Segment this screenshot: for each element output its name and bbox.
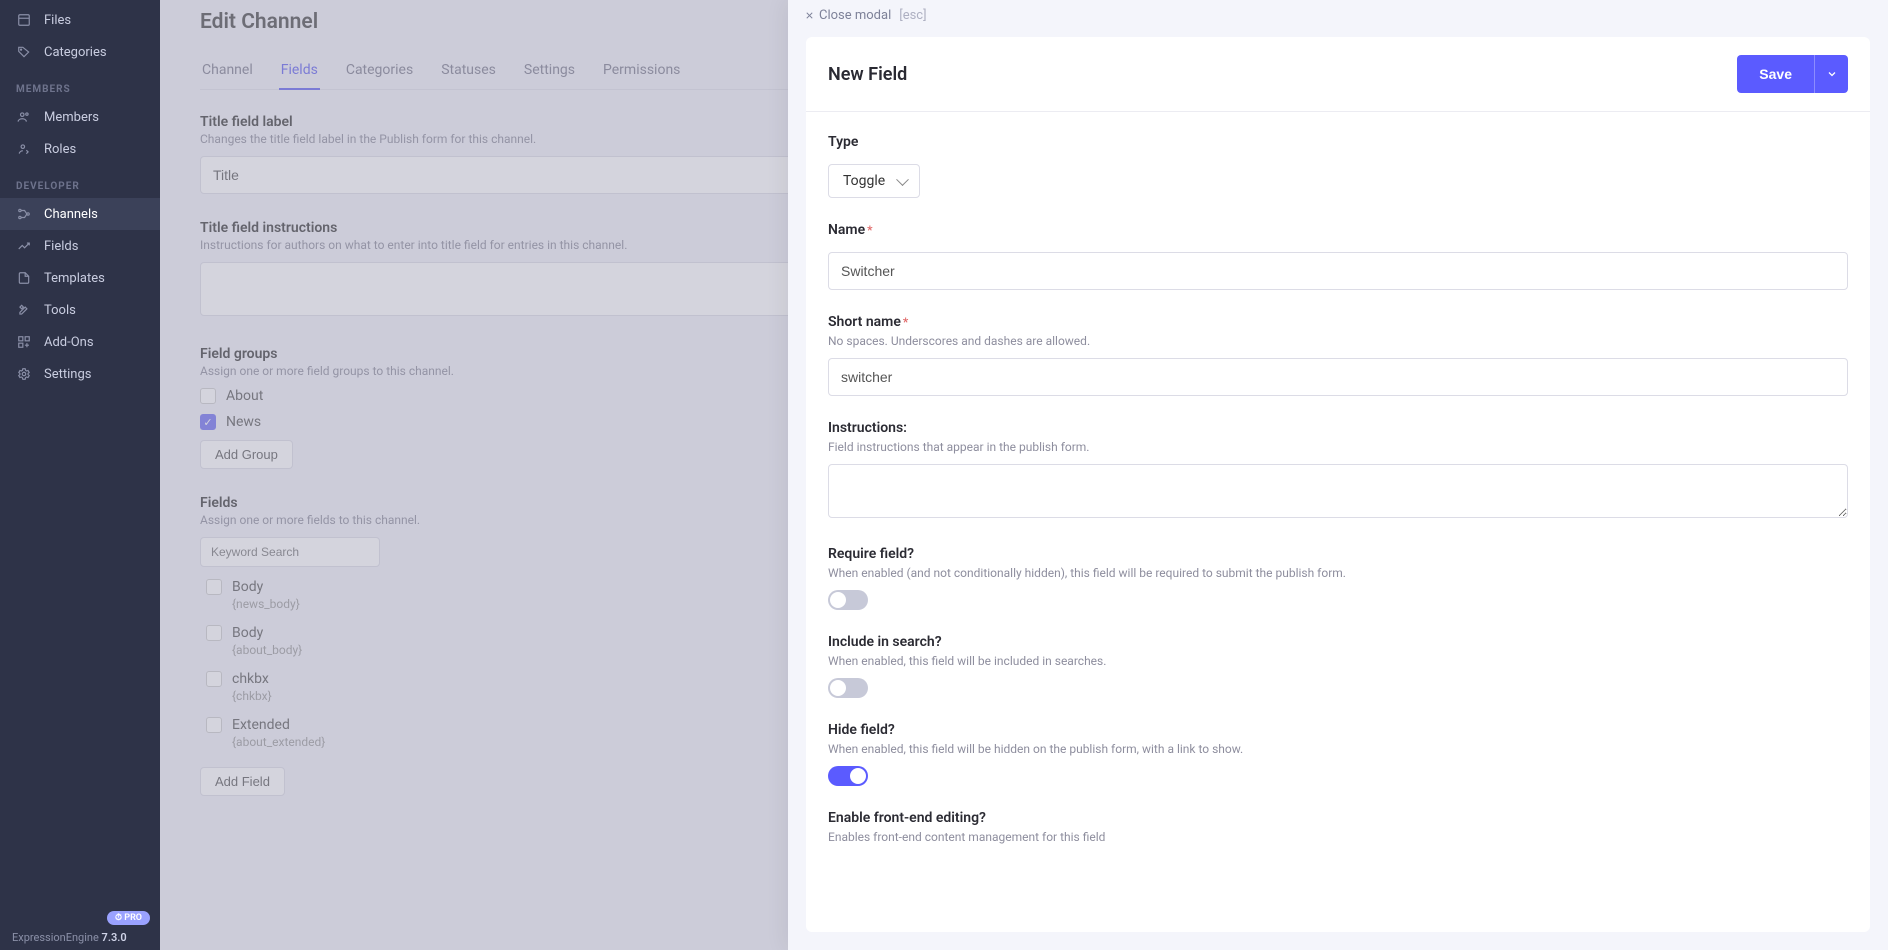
pro-badge: ⏱ PRO [107,911,150,925]
panel-header: New Field Save [806,37,1870,112]
type-select-value: Toggle [843,173,885,189]
required-indicator: * [867,223,872,237]
sidebar-item-channels[interactable]: Channels [0,198,160,230]
hide-desc: When enabled, this field will be hidden … [828,742,1848,756]
short-name-input[interactable] [828,358,1848,396]
footer-version: 7.3.0 [102,931,127,944]
close-modal-label: Close modal [819,8,891,23]
type-section: Type Toggle [828,134,1848,198]
save-button[interactable]: Save [1737,55,1814,93]
require-section: Require field? When enabled (and not con… [828,546,1848,610]
hide-toggle[interactable] [828,766,868,786]
slide-panel: Close modal [esc] New Field Save Type [788,0,1888,950]
sidebar-item-addons[interactable]: Add-Ons [0,326,160,358]
section-header-members: MEMBERS [0,68,160,101]
sidebar-item-templates[interactable]: Templates [0,262,160,294]
user-role-icon [16,141,32,157]
close-icon [804,10,815,21]
sidebar-item-roles[interactable]: Roles [0,133,160,165]
sidebar-item-label: Add-Ons [44,335,94,350]
sidebar-item-fields[interactable]: Fields [0,230,160,262]
save-button-group: Save [1737,55,1848,93]
short-name-section: Short name* No spaces. Underscores and d… [828,314,1848,396]
search-desc: When enabled, this field will be include… [828,654,1848,668]
sidebar-item-label: Settings [44,367,91,382]
require-toggle[interactable] [828,590,868,610]
search-section: Include in search? When enabled, this fi… [828,634,1848,698]
sidebar-item-label: Categories [44,45,107,60]
sidebar-item-label: Files [44,13,71,28]
panel-card: New Field Save Type Toggle [806,37,1870,932]
sidebar-item-files[interactable]: Files [0,4,160,36]
frontend-desc: Enables front-end content management for… [828,830,1848,844]
templates-icon [16,270,32,286]
instructions-input[interactable] [828,464,1848,518]
app-root: Files Categories MEMBERS Members Roles D… [0,0,1888,950]
sidebar-item-label: Roles [44,142,76,157]
section-header-developer: DEVELOPER [0,165,160,198]
save-dropdown-button[interactable] [1814,55,1848,93]
sidebar-item-label: Fields [44,239,78,254]
channels-icon [16,206,32,222]
hide-section: Hide field? When enabled, this field wil… [828,722,1848,786]
sidebar-item-categories[interactable]: Categories [0,36,160,68]
esc-hint: [esc] [899,8,926,23]
panel-body: Type Toggle Name* Short name* [806,112,1870,908]
sidebar-item-tools[interactable]: Tools [0,294,160,326]
name-label: Name* [828,222,1848,238]
chevron-down-icon [1826,68,1838,80]
users-icon [16,109,32,125]
fields-icon [16,238,32,254]
hide-label: Hide field? [828,722,1848,738]
panel-title: New Field [828,64,907,85]
instructions-label: Instructions: [828,420,1848,436]
tools-icon [16,302,32,318]
instructions-section: Instructions: Field instructions that ap… [828,420,1848,522]
instructions-desc: Field instructions that appear in the pu… [828,440,1848,454]
search-label: Include in search? [828,634,1848,650]
sidebar-footer: ⏱ PRO ExpressionEngine 7.3.0 [0,923,160,950]
sidebar-item-label: Members [44,110,99,125]
addons-icon [16,334,32,350]
frontend-label: Enable front-end editing? [828,810,1848,826]
sidebar-item-label: Tools [44,303,76,318]
sidebar-item-members[interactable]: Members [0,101,160,133]
short-name-label: Short name* [828,314,1848,330]
footer-product: ExpressionEngine [12,931,102,944]
sidebar: Files Categories MEMBERS Members Roles D… [0,0,160,950]
sidebar-item-label: Templates [44,271,105,286]
require-label: Require field? [828,546,1848,562]
type-select[interactable]: Toggle [828,164,920,198]
name-input[interactable] [828,252,1848,290]
gear-icon [16,366,32,382]
name-section: Name* [828,222,1848,290]
search-toggle[interactable] [828,678,868,698]
sidebar-item-label: Channels [44,207,98,222]
type-label: Type [828,134,1848,150]
files-icon [16,12,32,28]
frontend-section: Enable front-end editing? Enables front-… [828,810,1848,844]
tag-icon [16,44,32,60]
sidebar-item-settings[interactable]: Settings [0,358,160,390]
short-name-desc: No spaces. Underscores and dashes are al… [828,334,1848,348]
require-desc: When enabled (and not conditionally hidd… [828,566,1848,580]
close-modal-button[interactable]: Close modal [esc] [788,0,1888,31]
required-indicator: * [903,315,908,329]
